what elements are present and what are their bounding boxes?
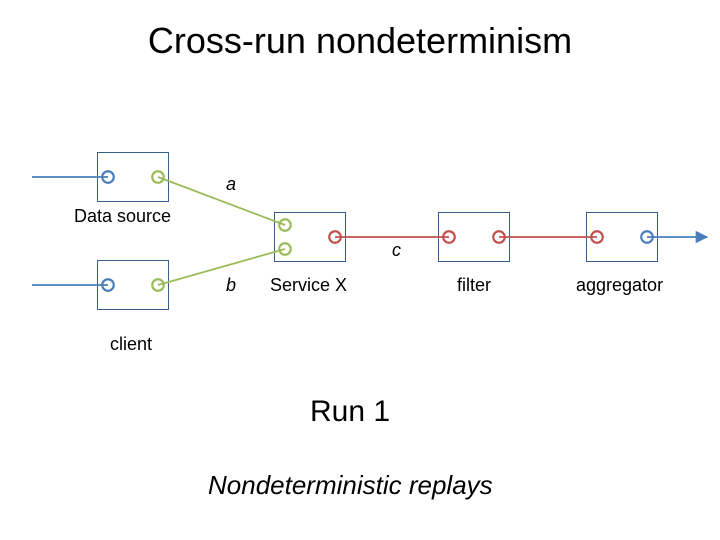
aggregator-box — [586, 212, 658, 262]
edge-b — [158, 249, 285, 285]
data-source-label: Data source — [74, 206, 171, 227]
a-label: a — [226, 174, 236, 195]
filter-label: filter — [457, 275, 491, 296]
bottom-left-box — [97, 260, 169, 310]
run-label: Run 1 — [310, 395, 390, 429]
service-x-label: Service X — [270, 275, 347, 296]
edge-a — [158, 177, 285, 225]
filter-box — [438, 212, 510, 262]
page-title: Cross-run nondeterminism — [0, 20, 720, 62]
top-left-box — [97, 152, 169, 202]
b-label: b — [226, 275, 236, 296]
aggregator-label: aggregator — [576, 275, 663, 296]
c-label: c — [392, 240, 401, 261]
service-x-box — [274, 212, 346, 262]
client-label: client — [110, 334, 152, 355]
footer-label: Nondeterministic replays — [208, 470, 493, 501]
